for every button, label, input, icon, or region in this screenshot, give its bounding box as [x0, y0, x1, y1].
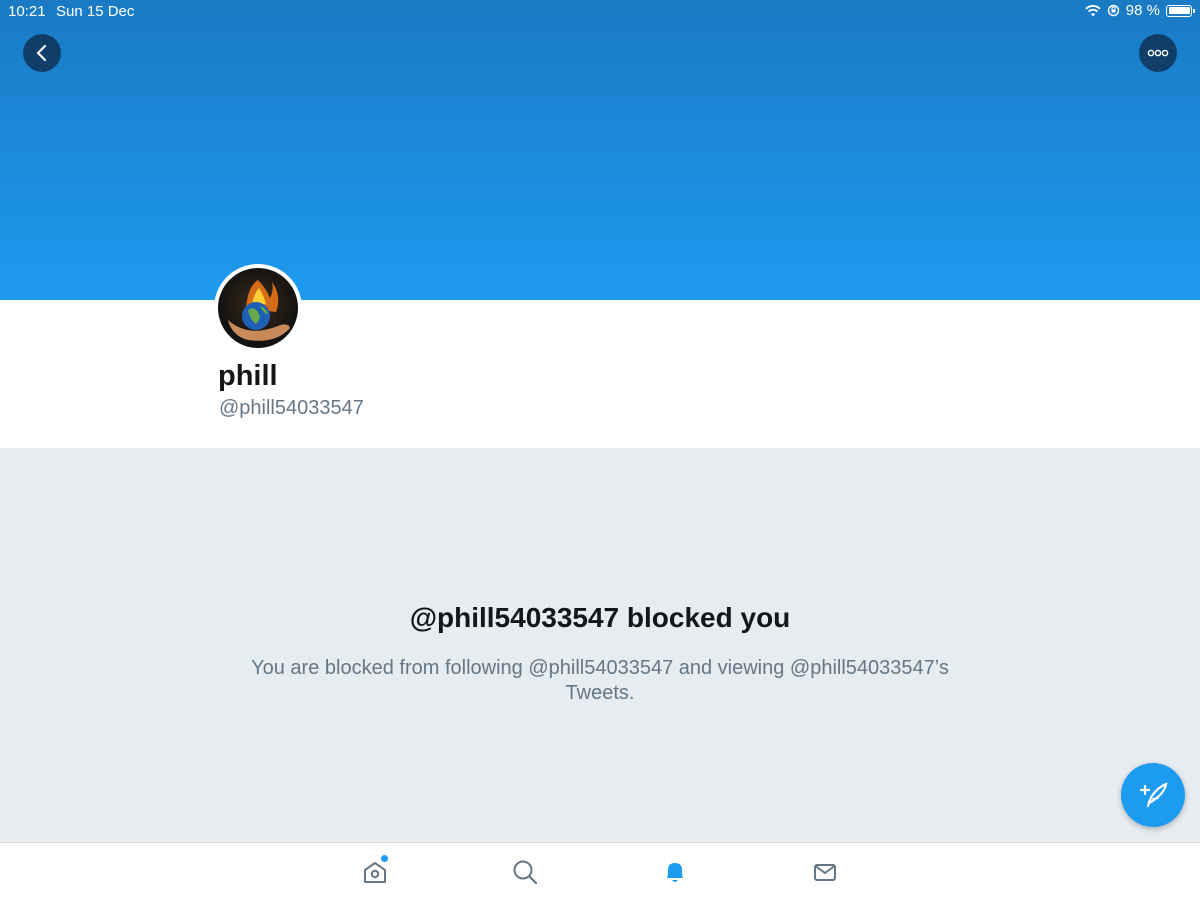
avatar[interactable]: [214, 264, 302, 352]
battery-percent: 98 %: [1125, 2, 1160, 19]
wifi-icon: [1085, 4, 1101, 16]
tab-notifications[interactable]: [658, 855, 692, 889]
profile-handle: @phill54033547: [219, 397, 364, 419]
home-icon: [364, 862, 386, 883]
search-icon: [513, 860, 538, 885]
status-bar: 10:21 Sun 15 Dec 98 %: [0, 0, 1200, 24]
status-indicators: 98 %: [1085, 2, 1195, 19]
tab-messages[interactable]: [808, 855, 842, 889]
avatar-image: [218, 268, 298, 348]
messages-envelope-icon: [814, 864, 836, 881]
status-date: Sun 15 Dec: [56, 3, 135, 20]
more-horizontal-icon: [1147, 49, 1169, 57]
battery-icon: [1166, 4, 1195, 17]
profile-info-section: [0, 300, 1200, 448]
orientation-lock-icon: [1107, 4, 1119, 17]
blocked-description: You are blocked from following @phill540…: [251, 657, 949, 704]
blocked-title: @phill54033547 blocked you: [409, 602, 791, 633]
tab-search[interactable]: [508, 855, 542, 889]
back-button[interactable]: [23, 34, 61, 72]
profile-banner: [0, 0, 1200, 300]
tab-home[interactable]: [358, 855, 392, 889]
notifications-bell-icon: [667, 863, 683, 882]
bottom-tab-bar: [0, 842, 1200, 900]
compose-tweet-button[interactable]: [1121, 763, 1185, 827]
chevron-left-icon: [36, 44, 47, 62]
compose-feather-icon: [1139, 782, 1168, 808]
profile-display-name: phill: [218, 360, 278, 392]
status-time: 10:21: [8, 3, 46, 20]
more-button[interactable]: [1139, 34, 1177, 72]
new-content-indicator: [381, 855, 388, 862]
